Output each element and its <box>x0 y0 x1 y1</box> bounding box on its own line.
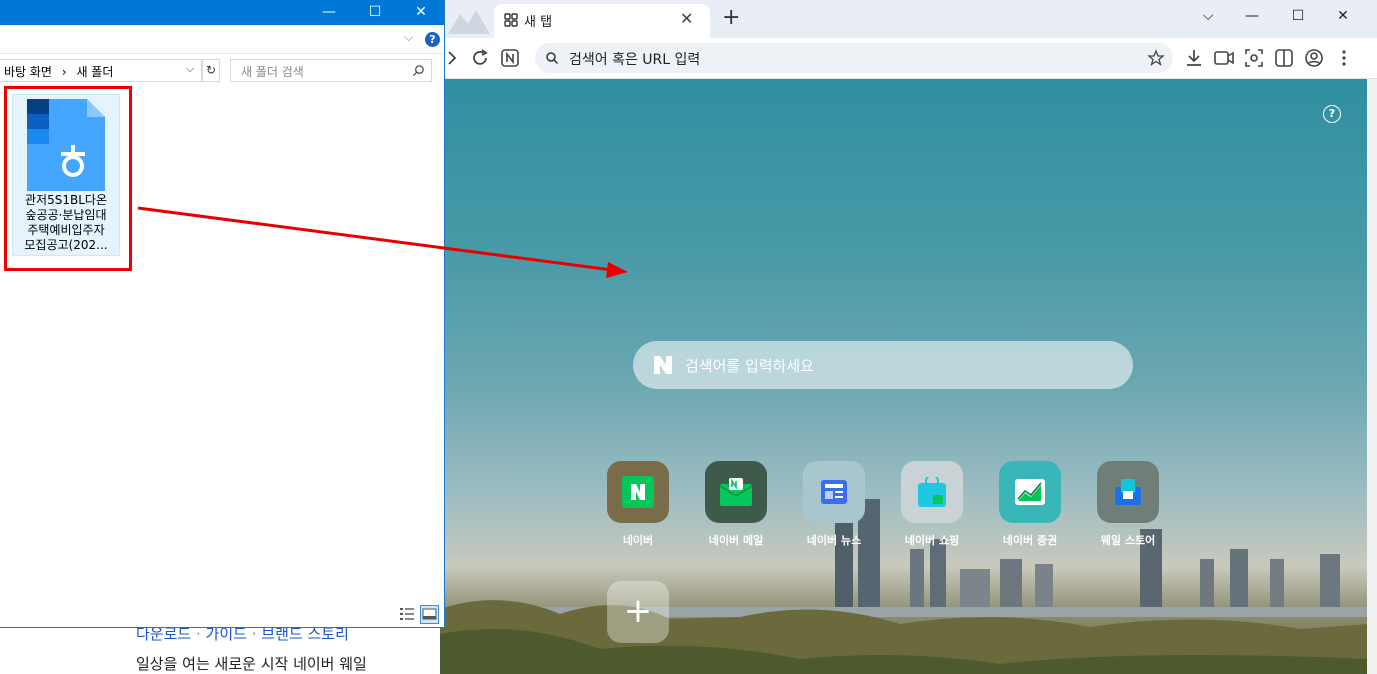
video-icon[interactable] <box>1212 46 1236 70</box>
naver-stock-icon <box>999 461 1061 523</box>
naver-mail-icon <box>705 461 767 523</box>
shortcut-naver-mail[interactable]: 네이버 메일 <box>696 461 776 548</box>
omnibox-placeholder: 검색어 혹은 URL 입력 <box>569 52 701 68</box>
tab-new-tab[interactable]: 새 탭 ✕ <box>494 4 710 38</box>
capture-icon[interactable] <box>1242 46 1266 70</box>
explorer-help-icon[interactable]: ? <box>425 32 440 47</box>
explorer-search-placeholder: 새 폴더 검색 <box>241 65 304 79</box>
naver-news-icon <box>803 461 865 523</box>
tab-list-chevron-icon[interactable]: ⌵ <box>1188 4 1228 28</box>
naver-home-icon[interactable] <box>498 46 522 70</box>
reload-icon[interactable] <box>468 46 492 70</box>
omnibox[interactable]: 검색어 혹은 URL 입력 <box>535 43 1173 73</box>
shortcut-label: 네이버 증권 <box>1002 534 1058 547</box>
ribbon-expand-chevron-icon[interactable]: ⌵ <box>404 30 413 45</box>
tab-grid-icon <box>504 13 518 27</box>
help-icon[interactable]: ? <box>1323 105 1341 123</box>
shortcut-whale-store[interactable]: 웨일 스토어 <box>1088 461 1168 548</box>
search-placeholder: 검색어를 입력하세요 <box>685 357 814 375</box>
naver-icon <box>607 461 669 523</box>
more-menu-icon[interactable] <box>1332 46 1356 70</box>
naver-logo-icon <box>654 356 672 374</box>
bookmark-star-icon[interactable] <box>1147 49 1165 67</box>
details-view-icon[interactable] <box>398 605 416 623</box>
new-tab-page: ? 검색어를 입력하세요 네이버 네이버 메일 네이버 뉴스 네이버 쇼핑 네이… <box>440 79 1367 674</box>
shortcut-naver-stock[interactable]: 네이버 증권 <box>990 461 1070 548</box>
shortcut-naver[interactable]: 네이버 <box>598 461 678 548</box>
shortcut-label: 네이버 뉴스 <box>806 534 862 547</box>
close-button[interactable]: ✕ <box>1323 4 1363 28</box>
shortcut-naver-shopping[interactable]: 네이버 쇼핑 <box>892 461 972 548</box>
tab-strip: 새 탭 ✕ + ⌵ — ☐ ✕ <box>440 0 1377 38</box>
tab-title: 새 탭 <box>524 15 553 30</box>
breadcrumb-new-folder[interactable]: 새 폴더 <box>76 65 113 79</box>
search-icon <box>412 65 424 77</box>
shortcut-label: 네이버 쇼핑 <box>904 534 960 547</box>
browser-toolbar: 검색어 혹은 URL 입력 <box>440 38 1377 79</box>
profile-icon[interactable] <box>1302 46 1326 70</box>
add-shortcut-button[interactable]: + <box>607 581 669 643</box>
minimize-button[interactable]: — <box>1232 4 1272 28</box>
address-dropdown-icon[interactable]: ⌵ <box>186 62 194 76</box>
whale-store-icon <box>1097 461 1159 523</box>
shortcut-label: 네이버 메일 <box>708 534 764 547</box>
annotation-highlight-box <box>4 86 132 271</box>
tab-close-icon[interactable]: ✕ <box>680 9 693 28</box>
search-icon <box>546 52 559 65</box>
explorer-maximize-button[interactable]: ☐ <box>352 0 398 25</box>
breadcrumb-separator: › <box>61 65 67 79</box>
download-icon[interactable] <box>1182 46 1206 70</box>
explorer-address-bar[interactable]: 바탕 화면 › 새 폴더 ⌵ <box>0 59 202 82</box>
explorer-close-button[interactable]: ✕ <box>398 0 444 25</box>
whale-logo-icon <box>448 10 490 34</box>
large-icons-view-icon[interactable] <box>420 605 439 624</box>
shortcut-naver-news[interactable]: 네이버 뉴스 <box>794 461 874 548</box>
explorer-title-bar[interactable]: — ☐ ✕ <box>0 0 444 25</box>
explorer-search-input[interactable]: 새 폴더 검색 <box>230 59 432 82</box>
naver-shopping-icon <box>901 461 963 523</box>
file-explorer-window: — ☐ ✕ ⌵ ? 바탕 화면 › 새 폴더 ⌵ ↻ 새 폴더 검색 관저5S1… <box>0 0 445 628</box>
explorer-ribbon: ⌵ ? <box>0 25 444 54</box>
explorer-minimize-button[interactable]: — <box>306 0 352 25</box>
page-scrollbar[interactable] <box>1367 79 1377 674</box>
shortcut-label: 웨일 스토어 <box>1100 534 1156 547</box>
sidebar-icon[interactable] <box>1272 46 1296 70</box>
new-tab-button[interactable]: + <box>722 6 740 30</box>
background-tagline: 일상을 여는 새로운 시작 네이버 웨일 <box>136 655 367 673</box>
browser-window: 새 탭 ✕ + ⌵ — ☐ ✕ 검색어 혹은 URL 입력 ? 검색어를 입력하… <box>440 0 1377 674</box>
maximize-button[interactable]: ☐ <box>1278 4 1318 28</box>
naver-search-box[interactable]: 검색어를 입력하세요 <box>633 341 1133 389</box>
refresh-icon[interactable]: ↻ <box>202 59 220 82</box>
breadcrumb-desktop[interactable]: 바탕 화면 <box>4 65 52 79</box>
shortcut-label: 네이버 <box>622 534 654 547</box>
breadcrumb: 바탕 화면 › 새 폴더 <box>4 63 113 80</box>
